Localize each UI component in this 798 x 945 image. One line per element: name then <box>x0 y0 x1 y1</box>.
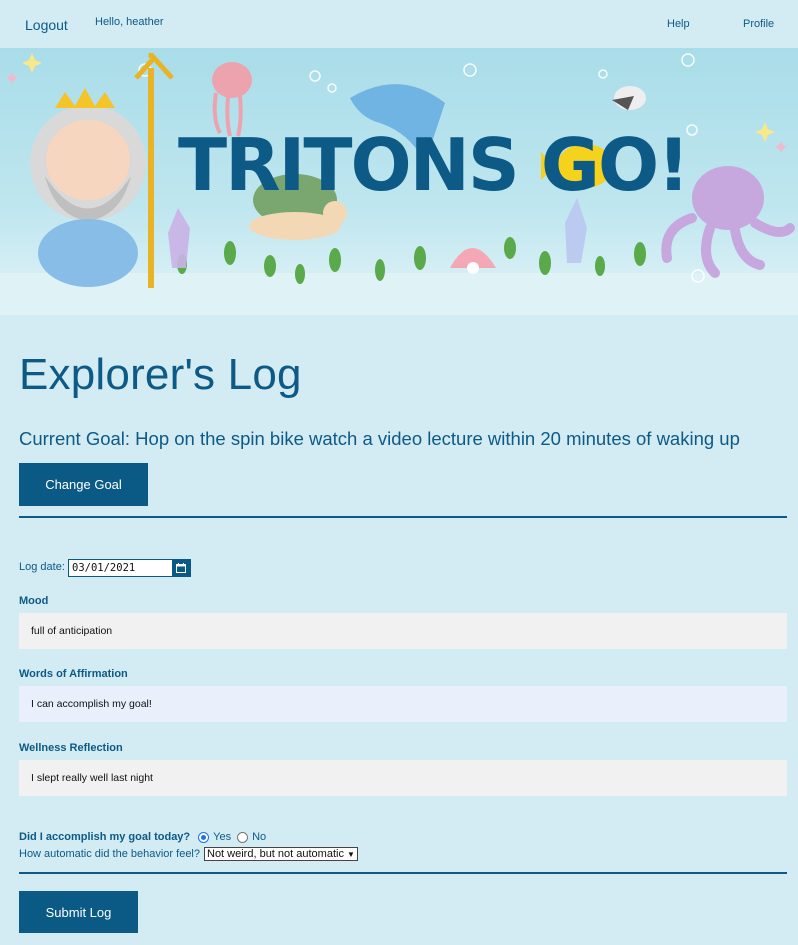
accomplished-label: Did I accomplish my goal today? <box>19 831 191 843</box>
accomplished-yes-radio[interactable] <box>198 831 210 843</box>
greeting-text: Hello, heather <box>95 16 164 28</box>
automatic-select[interactable]: Not weird, but not automatic ▼ <box>204 847 358 861</box>
accomplished-no-label[interactable]: No <box>252 831 266 843</box>
banner-image: TRITONS GO! <box>0 48 798 315</box>
divider <box>19 516 787 518</box>
logout-link[interactable]: Logout <box>25 17 68 33</box>
mood-label: Mood <box>19 595 49 607</box>
change-goal-button[interactable]: Change Goal <box>19 463 148 506</box>
automatic-label: How automatic did the behavior feel? <box>19 848 200 860</box>
page-title: Explorer's Log <box>19 350 302 399</box>
affirmation-label: Words of Affirmation <box>19 668 128 680</box>
log-date-value[interactable]: 03/01/2021 <box>69 562 172 574</box>
submit-log-button[interactable]: Submit Log <box>19 891 138 933</box>
accomplished-no-radio[interactable] <box>237 831 249 843</box>
wellness-field[interactable]: I slept really well last night <box>19 760 787 796</box>
chevron-down-icon[interactable]: ▼ <box>347 850 355 859</box>
calendar-icon[interactable] <box>172 560 190 576</box>
automatic-row: How automatic did the behavior feel? Not… <box>19 847 358 861</box>
log-date-label: Log date: <box>19 561 65 573</box>
help-link[interactable]: Help <box>667 18 690 30</box>
current-goal: Current Goal: Hop on the spin bike watch… <box>19 428 740 449</box>
mood-field[interactable]: full of anticipation <box>19 613 787 649</box>
log-date-input[interactable]: 03/01/2021 <box>68 559 191 577</box>
accomplished-row: Did I accomplish my goal today? Yes No <box>19 831 266 843</box>
divider <box>19 872 787 874</box>
top-nav: Logout Hello, heather Help Profile <box>0 0 798 48</box>
banner-logo-text: TRITONS GO! <box>178 123 688 207</box>
wellness-label: Wellness Reflection <box>19 742 123 754</box>
affirmation-field[interactable]: I can accomplish my goal! <box>19 686 787 722</box>
automatic-selected-value[interactable]: Not weird, but not automatic <box>207 848 344 860</box>
profile-link[interactable]: Profile <box>743 18 774 30</box>
accomplished-yes-label[interactable]: Yes <box>213 831 231 843</box>
